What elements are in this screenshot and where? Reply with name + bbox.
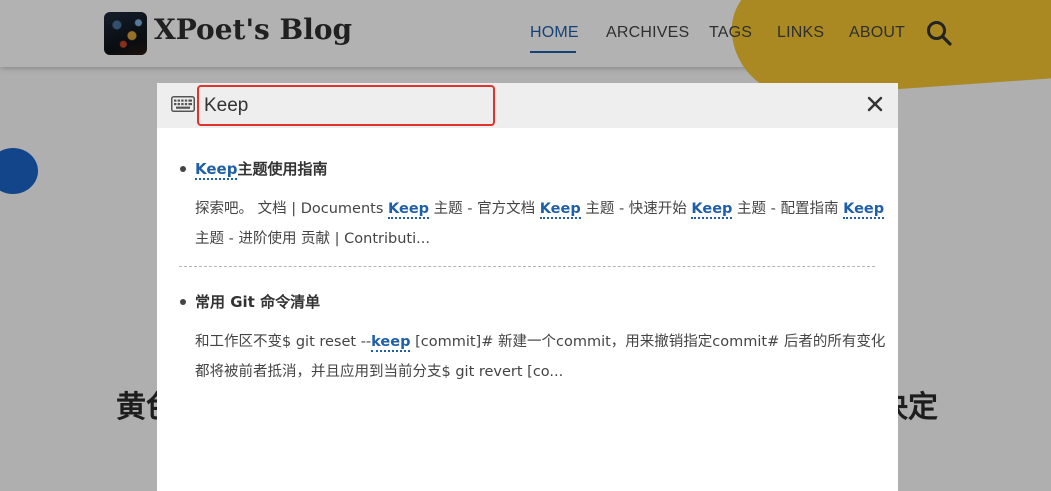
title-text: 主题使用指南 xyxy=(237,160,328,178)
search-input[interactable] xyxy=(197,85,495,126)
keyword-highlight: Keep xyxy=(388,201,430,219)
keyword-highlight: Keep xyxy=(843,201,885,219)
search-result-snippet: 和工作区不变$ git reset --keep [commit]# 新建一个c… xyxy=(179,327,885,387)
result-divider xyxy=(179,266,875,267)
search-result-title[interactable]: Keep主题使用指南 xyxy=(179,158,877,180)
snippet-text: 和工作区不变$ git reset -- xyxy=(195,334,372,350)
title-text: 常用 Git 命令清单 xyxy=(195,293,321,311)
keyboard-icon xyxy=(171,96,195,112)
snippet-line: 都将被前者抵消，并且应用到当前分支$ git revert [co... xyxy=(195,364,564,380)
search-result-item[interactable]: Keep主题使用指南 探索吧。 文档 | Documents Keep 主题 -… xyxy=(179,158,885,254)
snippet-text: [commit]# 新建一个commit，用来撤销指定commit# 后者的所有… xyxy=(410,334,886,350)
close-icon[interactable] xyxy=(867,96,883,112)
search-result-snippet: 探索吧。 文档 | Documents Keep 主题 - 官方文档 Keep … xyxy=(179,194,885,254)
search-modal: Keep主题使用指南 探索吧。 文档 | Documents Keep 主题 -… xyxy=(157,83,898,491)
snippet-text: 主题 - 配置指南 xyxy=(732,201,844,217)
keyword-highlight: Keep xyxy=(539,201,581,219)
search-result-title[interactable]: 常用 Git 命令清单 xyxy=(179,291,877,313)
search-result-item[interactable]: 常用 Git 命令清单 和工作区不变$ git reset --keep [co… xyxy=(179,291,885,387)
keyword-highlight: Keep xyxy=(195,160,238,180)
snippet-text: 主题 - 官方文档 xyxy=(429,201,540,217)
bullet-icon xyxy=(180,299,186,305)
search-modal-header xyxy=(157,83,898,128)
snippet-line: 探索吧。 文档 | Documents Keep 主题 - 官方文档 Keep … xyxy=(195,194,885,224)
snippet-line: 和工作区不变$ git reset --keep [commit]# 新建一个c… xyxy=(195,327,885,357)
snippet-line: 主题 - 进阶使用 贡献 | Contributi... xyxy=(195,231,430,247)
bullet-icon xyxy=(180,166,186,172)
snippet-text: 主题 - 快速开始 xyxy=(580,201,692,217)
keyword-highlight: keep xyxy=(371,334,411,352)
snippet-text: 探索吧。 文档 | Documents xyxy=(195,201,388,217)
keyword-highlight: Keep xyxy=(691,201,733,219)
